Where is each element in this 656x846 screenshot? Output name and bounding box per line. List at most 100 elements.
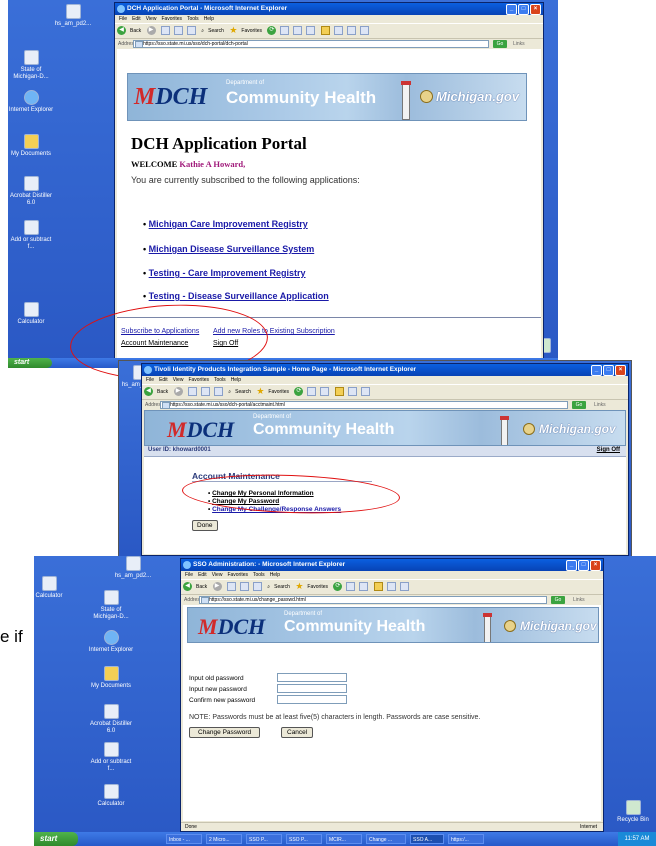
address-input[interactable]: https://sso.state.mi.us/sso/dch-portal/d… [133, 40, 489, 48]
done-button[interactable]: Done [192, 520, 218, 531]
mail-icon[interactable] [280, 26, 290, 35]
go-button[interactable]: Go [551, 596, 565, 604]
favorites-icon[interactable]: ★ [256, 387, 264, 396]
search-icon[interactable]: ⌕ [201, 28, 204, 34]
menu-favorites[interactable]: Favorites [161, 16, 182, 22]
menu-file[interactable]: File [146, 377, 154, 383]
taskbar-item[interactable]: Inbox - ... [166, 834, 202, 844]
search-label[interactable]: Search [235, 389, 251, 395]
back-icon[interactable]: ◀ [183, 582, 192, 591]
desktop-icon-addremove[interactable]: Add or subtract f... [8, 220, 54, 251]
desktop-icon-calculator-2[interactable]: Calculator [88, 784, 134, 808]
menu-favorites[interactable]: Favorites [227, 572, 248, 578]
menu-help[interactable]: Help [204, 16, 214, 22]
links-label[interactable]: Links [594, 400, 606, 410]
messenger-icon[interactable] [346, 26, 356, 35]
discuss-icon[interactable] [386, 582, 396, 591]
change-password-link[interactable]: Change My Password [212, 498, 279, 505]
back-icon[interactable]: ◀ [144, 387, 153, 396]
desktop-icon-ie[interactable]: Internet Explorer [88, 630, 134, 654]
history-icon[interactable]: ⟳ [333, 582, 343, 591]
history-icon[interactable]: ⟳ [294, 387, 304, 396]
menu-help[interactable]: Help [270, 572, 280, 578]
favorites-label[interactable]: Favorites [241, 28, 262, 34]
minimize-icon[interactable]: _ [566, 560, 577, 571]
start-button[interactable]: start [8, 358, 52, 368]
menu-tools[interactable]: Tools [214, 377, 226, 383]
desktop-icon-calculator[interactable]: Calculator [34, 576, 72, 600]
forward-icon[interactable]: ▶ [212, 582, 222, 591]
title-bar[interactable]: DCH Application Portal - Microsoft Inter… [115, 3, 543, 15]
folder-icon[interactable] [334, 387, 344, 396]
links-label[interactable]: Links [573, 595, 585, 605]
links-label[interactable]: Links [513, 39, 525, 49]
stop-icon[interactable] [226, 582, 236, 591]
favorites-label[interactable]: Favorites [307, 584, 328, 590]
change-challenge-link[interactable]: Change My Challenge/Response Answers [212, 506, 341, 513]
app-link-mdss[interactable]: Michigan Disease Surveillance System [149, 244, 315, 254]
favorites-label[interactable]: Favorites [268, 389, 289, 395]
desktop-icon-acrobat[interactable]: Acrobat Distiller 6.0 [88, 704, 134, 735]
system-tray-clock[interactable]: 11:57 AM [618, 832, 656, 846]
research-icon[interactable] [359, 26, 369, 35]
title-bar[interactable]: Tivoli Identity Products Integration Sam… [142, 364, 628, 376]
menu-view[interactable]: View [173, 377, 184, 383]
maximize-icon[interactable]: □ [603, 365, 614, 376]
app-link-testing-dsa[interactable]: Testing - Disease Surveillance Applicati… [149, 291, 329, 301]
minimize-icon[interactable]: _ [506, 4, 517, 15]
desktop-icon-addremove[interactable]: Add or subtract f... [88, 742, 134, 773]
refresh-icon[interactable] [239, 582, 249, 591]
menu-tools[interactable]: Tools [187, 16, 199, 22]
signoff-link[interactable]: Sign Off [213, 340, 238, 347]
forward-icon[interactable]: ▶ [173, 387, 183, 396]
print-icon[interactable] [293, 26, 303, 35]
close-icon[interactable]: × [590, 560, 601, 571]
taskbar-item[interactable]: SSO P... [246, 834, 282, 844]
search-icon[interactable]: ⌕ [228, 389, 231, 395]
app-link-testing-cir[interactable]: Testing - Care Improvement Registry [149, 268, 306, 278]
history-icon[interactable]: ⟳ [267, 26, 277, 35]
print-icon[interactable] [359, 582, 369, 591]
menu-file[interactable]: File [185, 572, 193, 578]
minimize-icon[interactable]: _ [591, 365, 602, 376]
home-icon[interactable] [252, 582, 262, 591]
taskbar-item[interactable]: MCIR... [326, 834, 362, 844]
address-input[interactable]: https://sso.state.mi.us/change_passwd.ht… [199, 596, 547, 604]
back-icon[interactable]: ◀ [117, 26, 126, 35]
change-password-button[interactable]: Change Password [189, 727, 261, 738]
taskbar-item[interactable]: 2 Micro... [206, 834, 242, 844]
taskbar-item[interactable]: SSO A... [410, 834, 444, 844]
desktop-icon-ie[interactable]: Internet Explorer [8, 90, 54, 114]
forward-icon[interactable]: ▶ [146, 26, 156, 35]
folder-icon[interactable] [320, 26, 330, 35]
messenger-icon[interactable] [360, 387, 370, 396]
close-icon[interactable]: × [615, 365, 626, 376]
mail-icon[interactable] [307, 387, 317, 396]
print-icon[interactable] [320, 387, 330, 396]
edit-icon[interactable] [306, 26, 316, 35]
close-icon[interactable]: × [530, 4, 541, 15]
go-button[interactable]: Go [572, 401, 586, 409]
maximize-icon[interactable]: □ [578, 560, 589, 571]
messenger-icon[interactable] [399, 582, 409, 591]
taskbar-item[interactable]: https:/... [448, 834, 484, 844]
menu-edit[interactable]: Edit [132, 16, 141, 22]
refresh-icon[interactable] [200, 387, 210, 396]
recycle-bin-icon[interactable]: Recycle Bin [610, 800, 656, 824]
folder-icon[interactable] [373, 582, 383, 591]
cancel-button[interactable]: Cancel [281, 727, 314, 738]
new-password-input[interactable] [277, 684, 347, 693]
home-icon[interactable] [213, 387, 223, 396]
start-button[interactable]: start [34, 832, 78, 846]
account-maintenance-link[interactable]: Account Maintenance [121, 340, 188, 347]
search-label[interactable]: Search [274, 584, 290, 590]
desktop-icon-calculator[interactable]: Calculator [8, 302, 54, 326]
title-bar[interactable]: SSO Administration: - Microsoft Internet… [181, 559, 603, 571]
go-button[interactable]: Go [493, 40, 507, 48]
search-icon[interactable]: ⌕ [267, 584, 270, 590]
menu-tools[interactable]: Tools [253, 572, 265, 578]
refresh-icon[interactable] [173, 26, 183, 35]
old-password-input[interactable] [277, 673, 347, 682]
signoff-link[interactable]: Sign Off [597, 447, 620, 453]
menu-edit[interactable]: Edit [198, 572, 207, 578]
